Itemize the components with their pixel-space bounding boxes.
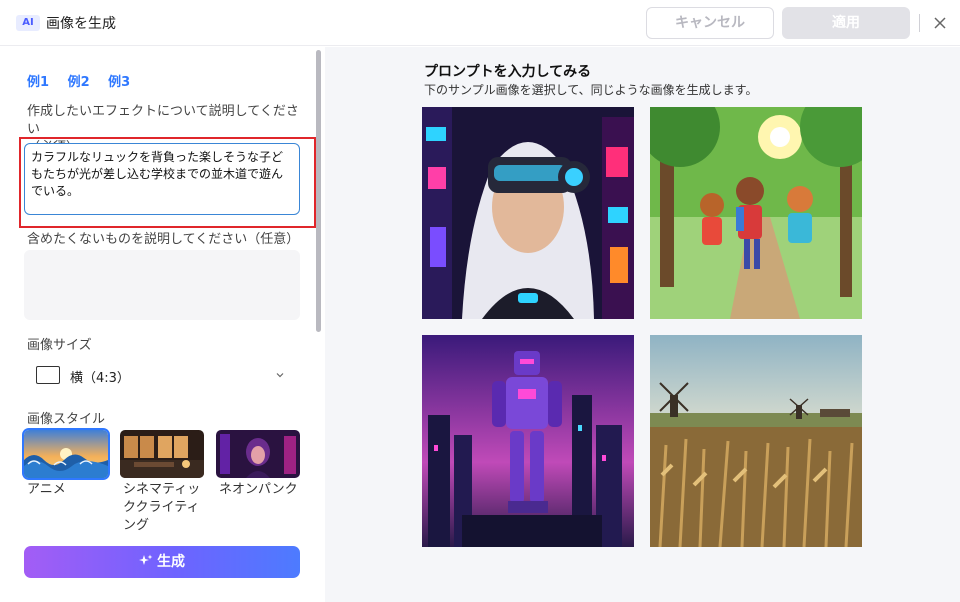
samples-subtitle: 下のサンプル画像を選択して、同じような画像を生成します。	[424, 83, 758, 97]
style-label-neonpunk: ネオンパンク	[219, 482, 298, 497]
negative-prompt-label: 含めたくないものを説明してください（任意）	[27, 232, 300, 247]
style-label-anime: アニメ	[27, 482, 66, 497]
cinematic-room-image	[120, 430, 204, 478]
image-size-select[interactable]: 横（4:3）	[24, 358, 300, 392]
ai-badge-icon: AI	[16, 15, 40, 31]
generate-label: 生成	[157, 554, 185, 570]
chevron-down-icon	[276, 373, 284, 378]
title-bar: AI 画像を生成 キャンセル 適用	[0, 0, 960, 46]
close-icon[interactable]	[930, 13, 950, 33]
image-size-label: 画像サイズ	[27, 338, 92, 353]
sample-image-windmill-field[interactable]	[650, 335, 862, 547]
apply-button[interactable]: 適用	[782, 7, 910, 39]
example-link-1[interactable]: 例1	[27, 75, 49, 90]
negative-prompt-input[interactable]	[24, 250, 300, 320]
example-links: 例1 例2 例3	[27, 71, 144, 90]
cyberpunk-girl-image	[422, 107, 634, 319]
sample-image-robot-city[interactable]	[422, 335, 634, 547]
aspect-ratio-icon	[36, 366, 60, 384]
generate-button[interactable]: 生成	[24, 546, 300, 578]
style-thumb-neonpunk[interactable]	[216, 430, 300, 478]
robot-city-image	[422, 335, 634, 547]
children-path-image	[650, 107, 862, 319]
sample-image-children-path[interactable]	[650, 107, 862, 319]
window-title: 画像を生成	[46, 16, 116, 32]
example-link-3[interactable]: 例3	[108, 75, 130, 90]
anime-wave-image	[24, 430, 108, 478]
settings-scrollbar[interactable]	[316, 50, 321, 332]
samples-panel	[325, 47, 960, 602]
title-divider	[919, 14, 920, 32]
prompt-input[interactable]: カラフルなリュックを背負った楽しそうな子どもたちが光が差し込む学校までの並木道で…	[24, 143, 300, 215]
style-thumb-anime[interactable]	[24, 430, 108, 478]
style-label-cinematic: シネマティッククライティング	[123, 482, 201, 533]
style-thumb-cinematic[interactable]	[120, 430, 204, 478]
image-size-value: 横（4:3）	[70, 371, 130, 386]
cancel-button[interactable]: キャンセル	[646, 7, 774, 39]
sparkle-icon	[139, 554, 153, 565]
sample-image-cyberpunk-girl[interactable]	[422, 107, 634, 319]
windmill-field-image	[650, 335, 862, 547]
image-style-label: 画像スタイル	[27, 412, 106, 427]
samples-title: プロンプトを入力してみる	[424, 64, 592, 80]
example-link-2[interactable]: 例2	[68, 75, 90, 90]
neonpunk-portrait-image	[216, 430, 300, 478]
